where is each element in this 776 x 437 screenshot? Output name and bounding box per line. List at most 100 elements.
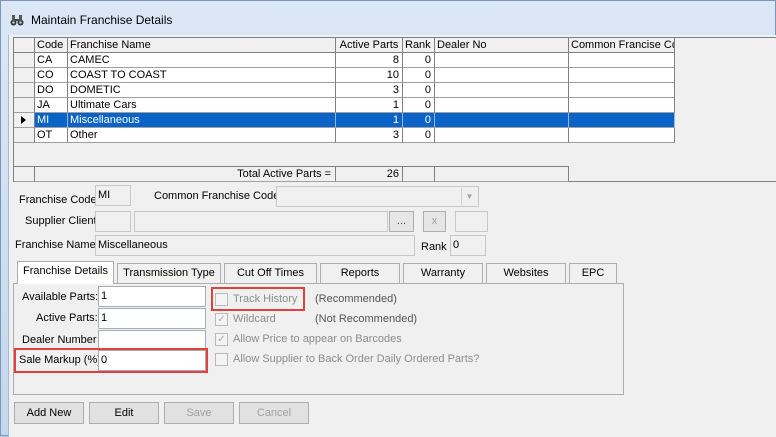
total-value: 26	[336, 166, 403, 182]
total-spacer	[14, 166, 35, 182]
active-parts-field[interactable]: 1	[98, 308, 206, 329]
cell-code[interactable]: DO	[35, 83, 68, 98]
available-parts-label: Available Parts:	[22, 291, 99, 303]
cell-code[interactable]: CA	[35, 53, 68, 68]
franchise-grid[interactable]: Code Franchise Name Active Parts Rank De…	[13, 37, 776, 182]
cell-active[interactable]: 10	[336, 68, 403, 83]
cell-dealer[interactable]	[435, 53, 569, 68]
table-row[interactable]: MI Miscellaneous 1 0	[14, 113, 675, 128]
edit-button[interactable]: Edit	[89, 402, 159, 424]
cell-active[interactable]: 3	[336, 83, 403, 98]
cell-rank[interactable]: 0	[403, 53, 435, 68]
row-indicator[interactable]	[14, 98, 35, 113]
allow-price-checkbox[interactable]: ✓	[215, 333, 228, 346]
sale-markup-highlight	[14, 348, 208, 373]
table-row[interactable]: JA Ultimate Cars 1 0	[14, 98, 675, 113]
tab-franchise-details[interactable]: Franchise Details	[17, 261, 114, 284]
col-rank[interactable]: Rank	[403, 38, 435, 53]
table-row[interactable]: CO COAST TO COAST 10 0	[14, 68, 675, 83]
track-history-highlight	[211, 287, 305, 311]
cell-rank[interactable]: 0	[403, 83, 435, 98]
col-dealer-no[interactable]: Dealer No	[435, 38, 569, 53]
cell-dealer[interactable]	[435, 83, 569, 98]
chevron-down-icon[interactable]: ▼	[461, 188, 477, 205]
cell-common[interactable]	[569, 68, 675, 83]
cell-dealer[interactable]	[435, 128, 569, 143]
allow-price-label: Allow Price to appear on Barcodes	[233, 333, 402, 345]
cell-common[interactable]	[569, 128, 675, 143]
cell-name[interactable]: DOMETIC	[68, 83, 336, 98]
cell-common[interactable]	[569, 53, 675, 68]
cell-common[interactable]	[569, 113, 675, 128]
col-common-francise-cd[interactable]: Common Francise Cd	[569, 38, 675, 53]
cell-dealer[interactable]	[435, 68, 569, 83]
total-label: Total Active Parts =	[35, 166, 336, 182]
available-parts-field[interactable]: 1	[98, 286, 206, 307]
franchise-name-field[interactable]: Miscellaneous	[95, 235, 415, 256]
wildcard-checkbox[interactable]: ✓	[215, 313, 228, 326]
tab-warranty[interactable]: Warranty	[403, 263, 483, 283]
clear-supplier-button[interactable]: x	[423, 211, 446, 232]
allow-backorder-checkbox[interactable]	[215, 353, 228, 366]
cell-active[interactable]: 3	[336, 128, 403, 143]
tab-transmission-type[interactable]: Transmission Type	[117, 263, 221, 283]
cell-dealer[interactable]	[435, 98, 569, 113]
cell-name[interactable]: Other	[68, 128, 336, 143]
binoculars-icon	[10, 15, 24, 26]
track-history-note: (Recommended)	[315, 293, 397, 305]
table-row[interactable]: OT Other 3 0	[14, 128, 675, 143]
cell-name[interactable]: COAST TO COAST	[68, 68, 336, 83]
total-rank-spacer	[403, 166, 435, 182]
row-indicator[interactable]	[14, 68, 35, 83]
cell-code[interactable]: MI	[35, 113, 68, 128]
tab-reports[interactable]: Reports	[320, 263, 400, 283]
table-row[interactable]: CA CAMEC 8 0	[14, 53, 675, 68]
row-indicator[interactable]	[14, 113, 35, 128]
save-button[interactable]: Save	[164, 402, 234, 424]
cell-code[interactable]: OT	[35, 128, 68, 143]
cell-active[interactable]: 1	[336, 113, 403, 128]
tab-cut-off-times[interactable]: Cut Off Times	[224, 263, 317, 283]
cell-code[interactable]: JA	[35, 98, 68, 113]
window-title: Maintain Franchise Details	[31, 13, 173, 27]
col-franchise-name[interactable]: Franchise Name	[68, 38, 336, 53]
browse-supplier-button[interactable]: ...	[389, 211, 414, 232]
cell-code[interactable]: CO	[35, 68, 68, 83]
col-code[interactable]: Code	[35, 38, 68, 53]
rank-field[interactable]: 0	[450, 235, 486, 256]
cell-rank[interactable]: 0	[403, 68, 435, 83]
supplier-extra-field[interactable]	[455, 211, 488, 232]
cell-rank[interactable]: 0	[403, 98, 435, 113]
cell-name[interactable]: Ultimate Cars	[68, 98, 336, 113]
cell-active[interactable]: 1	[336, 98, 403, 113]
cell-dealer[interactable]	[435, 113, 569, 128]
common-code-combo[interactable]: ▼	[276, 186, 479, 207]
tab-epc[interactable]: EPC	[569, 263, 617, 283]
cell-common[interactable]	[569, 98, 675, 113]
cell-active[interactable]: 8	[336, 53, 403, 68]
col-active-parts[interactable]: Active Parts	[336, 38, 403, 53]
add-new-button[interactable]: Add New	[14, 402, 84, 424]
current-row-arrow-icon	[21, 116, 26, 124]
cell-name[interactable]: CAMEC	[68, 53, 336, 68]
cell-name[interactable]: Miscellaneous	[68, 113, 336, 128]
row-indicator-header	[14, 38, 35, 53]
cell-rank[interactable]: 0	[403, 128, 435, 143]
supplier-client-code-field[interactable]	[95, 211, 131, 232]
cell-common[interactable]	[569, 83, 675, 98]
total-row: Total Active Parts = 26	[14, 166, 675, 182]
row-indicator[interactable]	[14, 83, 35, 98]
wildcard-note: (Not Recommended)	[315, 313, 418, 325]
window: Maintain Franchise Details Code Franchis…	[0, 0, 776, 437]
table-row[interactable]: DO DOMETIC 3 0	[14, 83, 675, 98]
cancel-button[interactable]: Cancel	[239, 402, 309, 424]
franchise-code-label: Franchise Code	[19, 194, 97, 206]
cell-rank[interactable]: 0	[403, 113, 435, 128]
row-indicator[interactable]	[14, 53, 35, 68]
supplier-client-name-field[interactable]	[134, 211, 388, 232]
tab-websites[interactable]: Websites	[486, 263, 566, 283]
dealer-number-label: Dealer Number	[22, 334, 97, 346]
rank-label: Rank	[421, 241, 447, 253]
allow-backorder-label: Allow Supplier to Back Order Daily Order…	[233, 353, 480, 365]
row-indicator[interactable]	[14, 128, 35, 143]
